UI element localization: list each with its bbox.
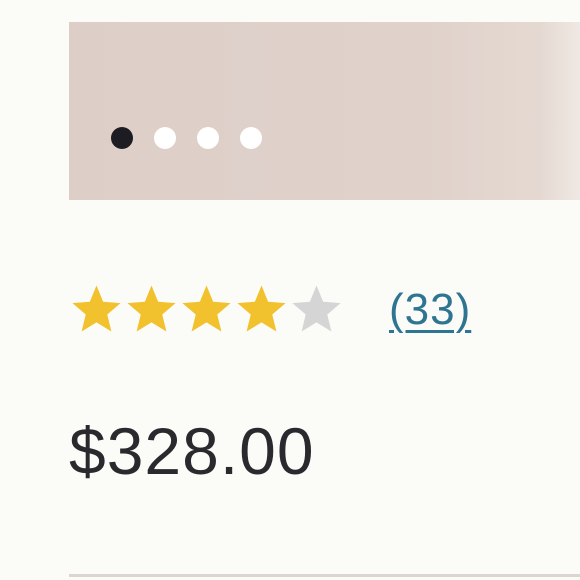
- review-count-link[interactable]: (33): [389, 287, 471, 332]
- star-icon: [182, 285, 231, 332]
- carousel-dot-3[interactable]: [197, 127, 219, 149]
- star-icon: [72, 285, 121, 332]
- product-rating: (33): [69, 282, 471, 337]
- carousel-pagination: [111, 127, 262, 149]
- section-divider: [69, 574, 580, 577]
- star-icon: [292, 285, 341, 332]
- product-detail: (33) $328.00: [0, 0, 580, 580]
- carousel-dot-4[interactable]: [240, 127, 262, 149]
- star-rating: [69, 282, 344, 337]
- star-icon: [127, 285, 176, 332]
- carousel-dot-1[interactable]: [111, 127, 133, 149]
- product-price: $328.00: [69, 414, 315, 488]
- carousel-dot-2[interactable]: [154, 127, 176, 149]
- product-image-carousel[interactable]: [69, 22, 580, 200]
- carousel-image-edge: [540, 22, 580, 200]
- star-icon: [237, 285, 286, 332]
